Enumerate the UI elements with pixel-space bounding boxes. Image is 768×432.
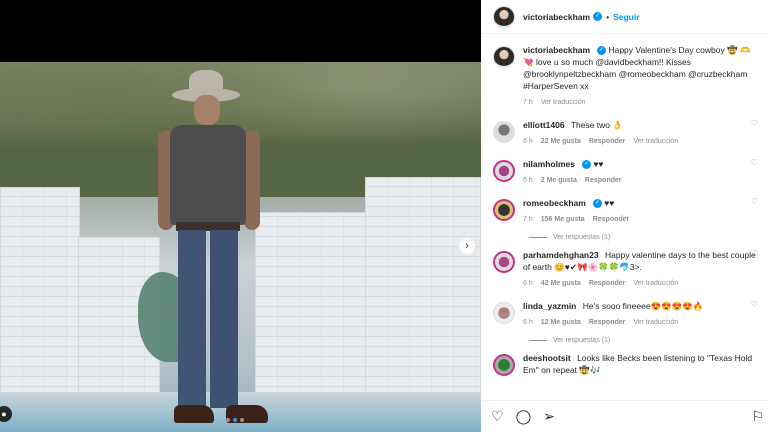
verified-badge-icon: ✓ — [593, 12, 603, 21]
like-heart-icon[interactable]: ♡ — [491, 408, 504, 425]
commenter-avatar[interactable] — [493, 251, 515, 273]
post-photo — [0, 62, 481, 432]
comments-list[interactable]: victoriabeckham ✓ Happy Valentine's Day c… — [481, 38, 768, 396]
commenter-avatar[interactable] — [493, 302, 515, 324]
verified-badge-icon: ✓ — [581, 160, 591, 170]
like-comment-heart-icon[interactable]: ♡ — [751, 158, 758, 167]
like-comment-heart-icon[interactable]: ♡ — [751, 119, 758, 128]
follow-button[interactable]: Seguir — [613, 12, 639, 22]
post-actions-bar: ♡ ◯ ➢ ⚐ — [481, 400, 768, 432]
translate-link[interactable]: Ver traducción — [633, 136, 678, 148]
comment-text: ♥♥ — [604, 198, 615, 208]
comment-time[interactable]: 6 h — [523, 317, 533, 329]
post-header: victoriabeckham ✓ • Seguir — [481, 0, 768, 34]
translate-link[interactable]: Ver traducción — [633, 317, 678, 329]
comment-likes[interactable]: 156 Me gusta — [541, 214, 585, 226]
user-tag-icon: ● — [1, 409, 7, 419]
translate-link[interactable]: Ver traducción — [633, 278, 678, 290]
comment: parhamdehghan23 Happy valentine days to … — [493, 249, 758, 290]
carousel-dot — [240, 418, 244, 422]
save-bookmark-icon[interactable]: ⚐ — [751, 408, 764, 425]
comment: elliott1406 These two 👌 6 h 22 Me gusta … — [493, 119, 758, 148]
reply-button[interactable]: Responder — [589, 278, 626, 290]
commenter-avatar[interactable] — [493, 199, 515, 221]
comment-text: These two 👌 — [570, 120, 623, 130]
like-comment-heart-icon[interactable]: ♡ — [751, 197, 758, 206]
comment: romeobeckham ✓ ♥♥ 7 h 156 Me gusta Respon… — [493, 197, 758, 226]
post-media[interactable]: › ● — [0, 0, 481, 432]
caption: victoriabeckham ✓ Happy Valentine's Day c… — [493, 44, 756, 109]
view-replies-button[interactable]: Ver respuestas (1) — [529, 234, 756, 241]
carousel-next-button[interactable]: › — [459, 238, 475, 254]
carousel-indicator — [226, 418, 244, 422]
comment-likes[interactable]: 42 Me gusta — [541, 278, 581, 290]
comment-username[interactable]: nilamholmes — [523, 159, 575, 169]
author-avatar[interactable] — [493, 46, 515, 68]
comment: linda_yazmin He's sooo fineeee😍😍😍😍🔥 6 h … — [493, 300, 758, 329]
chevron-right-icon: › — [465, 240, 469, 252]
post-side-panel: victoriabeckham ✓ • Seguir victoriabeckh… — [481, 0, 768, 432]
author-username[interactable]: victoriabeckham — [523, 12, 590, 22]
comment-username[interactable]: linda_yazmin — [523, 301, 576, 311]
author-avatar[interactable] — [493, 5, 515, 28]
like-comment-heart-icon[interactable]: ♡ — [751, 249, 758, 258]
comment-text: ♥♥ — [593, 159, 604, 169]
translate-link[interactable]: Ver traducción — [541, 97, 586, 109]
comment-likes[interactable]: 12 Me gusta — [541, 317, 581, 329]
reply-button[interactable]: Responder — [585, 175, 622, 187]
comment: deeshootsit Looks like Becks been listen… — [493, 352, 756, 376]
comment-username[interactable]: romeobeckham — [523, 198, 586, 208]
commenter-avatar[interactable] — [493, 354, 515, 376]
commenter-avatar[interactable] — [493, 121, 515, 143]
comment: nilamholmes ✓ ♥♥ 6 h 2 Me gusta Responder… — [493, 158, 758, 187]
carousel-dot — [226, 418, 230, 422]
view-replies-label: Ver respuestas (1) — [553, 234, 611, 241]
view-replies-label: Ver respuestas (1) — [553, 337, 611, 344]
comment-text: He's sooo fineeee😍😍😍😍🔥 — [582, 301, 704, 311]
reply-button[interactable]: Responder — [589, 136, 626, 148]
like-comment-heart-icon[interactable]: ♡ — [751, 300, 758, 309]
reply-button[interactable]: Responder — [593, 214, 630, 226]
share-send-icon[interactable]: ➢ — [543, 408, 555, 425]
commenter-avatar[interactable] — [493, 160, 515, 182]
comment-likes[interactable]: 22 Me gusta — [541, 136, 581, 148]
view-replies-button[interactable]: Ver respuestas (1) — [529, 337, 756, 344]
comment-time[interactable]: 6 h — [523, 136, 533, 148]
carousel-dot-active — [233, 418, 237, 422]
comment-likes[interactable]: 2 Me gusta — [541, 175, 577, 187]
comment-username[interactable]: elliott1406 — [523, 120, 565, 130]
comment-time[interactable]: 6 h — [523, 278, 533, 290]
comment-username[interactable]: deeshootsit — [523, 353, 571, 363]
comment-time[interactable]: 7 h — [523, 214, 533, 226]
comment-username[interactable]: parhamdehghan23 — [523, 250, 599, 260]
reply-button[interactable]: Responder — [589, 317, 626, 329]
caption-username[interactable]: victoriabeckham — [523, 45, 590, 55]
caption-time[interactable]: 7 h — [523, 97, 533, 109]
verified-badge-icon: ✓ — [592, 199, 602, 209]
comment-time[interactable]: 6 h — [523, 175, 533, 187]
verified-badge-icon: ✓ — [597, 46, 607, 56]
comment-bubble-icon[interactable]: ◯ — [516, 408, 532, 425]
